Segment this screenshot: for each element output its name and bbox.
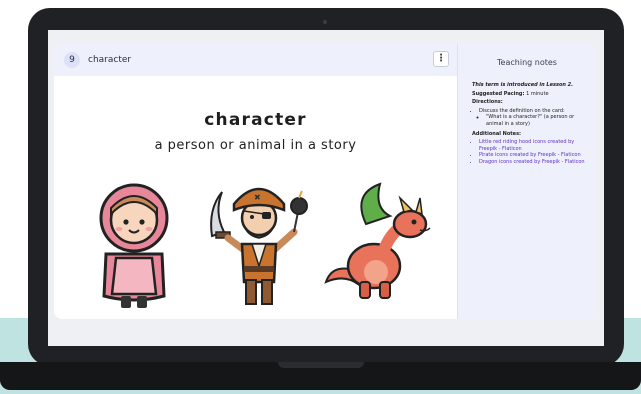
- card-number-badge: 9: [64, 52, 80, 68]
- direction-item: Discuss the definition on the card: "Wha…: [479, 108, 590, 128]
- additional-notes-label: Additional Notes:: [472, 130, 522, 137]
- kebab-menu-icon: ⋮: [436, 53, 446, 64]
- notes-title: Teaching notes: [497, 58, 557, 67]
- attribution-link[interactable]: Little red riding hood icons created by …: [479, 139, 590, 152]
- directions-label: Directions:: [472, 99, 503, 106]
- attribution-link[interactable]: Dragon icons created by Freepik - Flatic…: [479, 159, 590, 166]
- term-definition: a person or animal in a story: [154, 138, 357, 153]
- pacing-label: Suggested Pacing:: [472, 90, 525, 97]
- direction-subitem: "What is a character?" (a person or anim…: [486, 114, 590, 127]
- laptop-base-notch: [278, 362, 364, 368]
- vocabulary-term: character: [204, 110, 307, 130]
- card-header-term: character: [88, 55, 132, 65]
- notes-body: This term is introduced in Lesson 2. Sug…: [472, 82, 590, 169]
- more-options-button[interactable]: ⋮: [433, 51, 449, 67]
- pacing-value: 1 minute: [526, 90, 549, 97]
- webcam: [323, 20, 327, 24]
- pirate-icon: ✖: [210, 187, 308, 305]
- teaching-notes-panel: Teaching notes This term is introduced i…: [457, 44, 595, 319]
- dragon-icon: [324, 182, 431, 299]
- card-header: 9 character ⋮: [54, 44, 457, 76]
- little-red-riding-hood-icon: [99, 183, 169, 308]
- svg-text:✖: ✖: [254, 193, 261, 202]
- vocabulary-card: 9 character ⋮ character a person or anim…: [54, 44, 457, 319]
- lesson-intro-note: This term is introduced in Lesson 2.: [472, 82, 574, 88]
- attribution-link[interactable]: Pirate icons created by Freepik - Flatic…: [479, 152, 590, 159]
- laptop-screen: 9 character ⋮ character a person or anim…: [48, 30, 604, 346]
